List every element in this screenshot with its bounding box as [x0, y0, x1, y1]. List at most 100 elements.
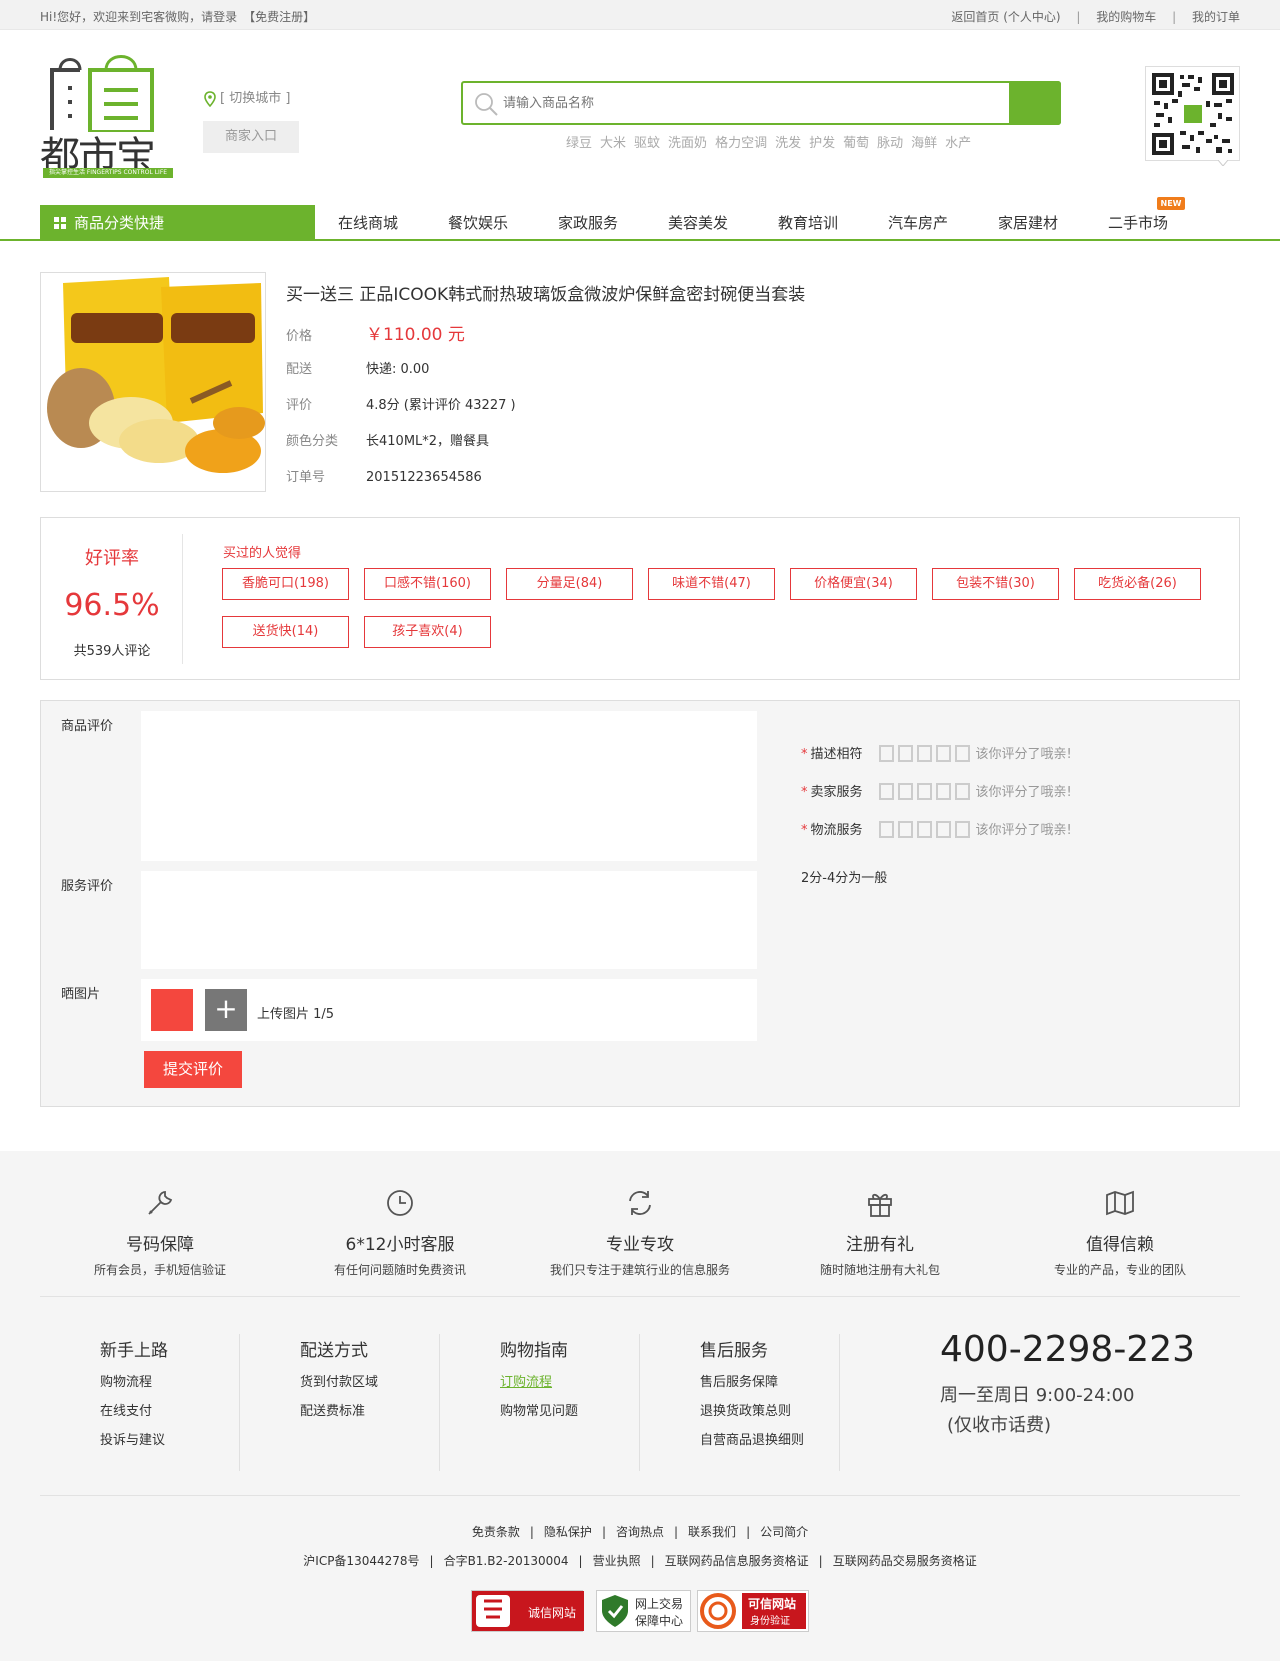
footer-license-row: 沪ICP备13044278号 | 合字B1.B2-20130004 | 营业执照 | 互联网…: [0, 1552, 1280, 1569]
search-button[interactable]: [1009, 81, 1061, 125]
star-icon[interactable]: [935, 783, 951, 800]
uploaded-photo-thumb[interactable]: [151, 989, 193, 1031]
nav-item-beauty[interactable]: 美容美发: [668, 212, 728, 233]
category-menu-button[interactable]: 商品分类快捷: [40, 205, 315, 241]
star-icon[interactable]: [878, 745, 894, 762]
footer-link[interactable]: 售后服务保障: [700, 1371, 839, 1390]
hot-word[interactable]: 绿豆: [566, 136, 592, 151]
hot-word[interactable]: 洗发: [775, 136, 801, 151]
review-tag[interactable]: 味道不错(47): [648, 568, 775, 600]
footer-link[interactable]: 互联网药品信息服务资格证: [665, 1554, 809, 1568]
star-rating[interactable]: [878, 745, 974, 766]
footer-link[interactable]: 公司简介: [760, 1525, 808, 1539]
feature-desc: 随时随地注册有大礼包: [819, 1263, 940, 1277]
star-icon[interactable]: [916, 745, 932, 762]
footer-link[interactable]: 营业执照: [593, 1554, 641, 1568]
nav-item-second-hand[interactable]: 二手市场: [1108, 212, 1168, 233]
footer-link[interactable]: 订购流程: [500, 1371, 639, 1390]
star-icon[interactable]: [878, 821, 894, 838]
tags-title: 买过的人觉得: [223, 546, 302, 561]
add-photo-button[interactable]: +: [205, 989, 247, 1031]
review-tag[interactable]: 包装不错(30): [932, 568, 1059, 600]
nav-item-auto-realestate[interactable]: 汽车房产: [888, 212, 948, 233]
divider: [40, 1495, 1240, 1496]
hot-word[interactable]: 海鲜: [911, 136, 937, 151]
footer-link[interactable]: 沪ICP备13044278号: [303, 1554, 419, 1568]
merchant-entry-button[interactable]: 商家入口: [203, 121, 299, 153]
submit-review-button[interactable]: 提交评价: [144, 1051, 242, 1088]
gift-icon: [868, 1193, 892, 1217]
site-logo[interactable]: 都市宝 指尖掌控生活 FINGERTIPS CONTROL LIFE: [40, 52, 175, 180]
star-icon[interactable]: [897, 783, 913, 800]
star-icon[interactable]: [916, 821, 932, 838]
hot-word[interactable]: 洗面奶: [668, 136, 707, 151]
review-tag[interactable]: 孩子喜欢(4): [364, 616, 491, 648]
goods-review-textarea[interactable]: [141, 711, 757, 861]
nav-item-home-building[interactable]: 家居建材: [998, 212, 1058, 233]
review-tag[interactable]: 香脆可口(198): [222, 568, 349, 600]
footer-link[interactable]: 在线支付: [100, 1400, 239, 1419]
footer-link[interactable]: 退换货政策总则: [700, 1400, 839, 1419]
footer-link[interactable]: 互联网药品交易服务资格证: [833, 1554, 977, 1568]
review-tag[interactable]: 价格便宜(34): [790, 568, 917, 600]
footer-link[interactable]: 联系我们: [688, 1525, 736, 1539]
service-review-textarea[interactable]: [141, 871, 757, 969]
badge-trusted-site[interactable]: 可信网站 身份验证: [697, 1590, 809, 1632]
star-rating[interactable]: [878, 783, 974, 804]
star-icon[interactable]: [935, 821, 951, 838]
new-badge: NEW: [1157, 197, 1185, 210]
star-icon[interactable]: [954, 821, 970, 838]
review-tag[interactable]: 吃货必备(26): [1074, 568, 1201, 600]
footer-link[interactable]: 咨询热点: [616, 1525, 664, 1539]
footer-links-row: 免责条款 | 隐私保护 | 咨询热点 | 联系我们 | 公司简介: [0, 1523, 1280, 1540]
footer-link[interactable]: 免责条款: [472, 1525, 520, 1539]
review-tag[interactable]: 口感不错(160): [364, 568, 491, 600]
star-icon[interactable]: [935, 745, 951, 762]
cart-link[interactable]: 我的购物车: [1096, 10, 1156, 24]
hot-word[interactable]: 大米: [600, 136, 626, 151]
required-mark: *: [801, 823, 808, 838]
clock-icon: [387, 1190, 413, 1216]
star-icon[interactable]: [916, 783, 932, 800]
star-icon[interactable]: [954, 783, 970, 800]
hot-word[interactable]: 护发: [809, 136, 835, 151]
footer-column-title: 售后服务: [700, 1341, 768, 1361]
shipping-label: 配送: [286, 362, 313, 377]
star-icon[interactable]: [954, 745, 970, 762]
nav-item-education[interactable]: 教育培训: [778, 212, 838, 233]
feature-title: 6*12小时客服: [345, 1235, 455, 1255]
home-link[interactable]: 返回首页 (个人中心): [951, 10, 1060, 24]
footer-link[interactable]: 配送费标准: [300, 1400, 439, 1419]
search-input[interactable]: [503, 91, 1003, 115]
feature-customer-service: 6*12小时客服 有任何问题随时免费资讯: [280, 1186, 520, 1278]
star-icon[interactable]: [897, 821, 913, 838]
nav-item-online-mall[interactable]: 在线商城: [338, 212, 398, 233]
footer-link[interactable]: 投诉与建议: [100, 1429, 239, 1448]
hot-word[interactable]: 水产: [945, 136, 971, 151]
feature-title: 注册有礼: [846, 1235, 914, 1255]
nav-item-dining[interactable]: 餐饮娱乐: [448, 212, 508, 233]
nav-item-housekeeping[interactable]: 家政服务: [558, 212, 618, 233]
footer-link[interactable]: 隐私保护: [544, 1525, 592, 1539]
star-icon[interactable]: [878, 783, 894, 800]
hot-word[interactable]: 驱蚊: [634, 136, 660, 151]
footer-link[interactable]: 货到付款区域: [300, 1371, 439, 1390]
hot-word[interactable]: 格力空调: [715, 136, 767, 151]
star-rating[interactable]: [878, 821, 974, 842]
color-row: 颜色分类 长410ML*2，赠餐具: [286, 430, 489, 449]
orders-link[interactable]: 我的订单: [1192, 10, 1240, 24]
footer-link[interactable]: 购物流程: [100, 1371, 239, 1390]
hot-word[interactable]: 葡萄: [843, 136, 869, 151]
footer-link[interactable]: 自营商品退换细则: [700, 1429, 839, 1448]
footer-link[interactable]: 合字B1.B2-20130004: [444, 1554, 569, 1568]
hot-word[interactable]: 脉动: [877, 136, 903, 151]
badge-trade-protection[interactable]: 网上交易 保障中心: [596, 1590, 691, 1632]
review-tag[interactable]: 送货快(14): [222, 616, 349, 648]
star-icon[interactable]: [897, 745, 913, 762]
feature-trustworthy: 值得信赖 专业的产品，专业的团队: [1000, 1186, 1240, 1278]
footer-link[interactable]: 购物常见问题: [500, 1400, 639, 1419]
city-switch[interactable]: [ 切换城市 ]: [204, 87, 290, 107]
register-link[interactable]: 【免费注册】: [243, 10, 315, 24]
review-tag[interactable]: 分量足(84): [506, 568, 633, 600]
badge-credible-site[interactable]: 诚信网站: [471, 1590, 584, 1632]
